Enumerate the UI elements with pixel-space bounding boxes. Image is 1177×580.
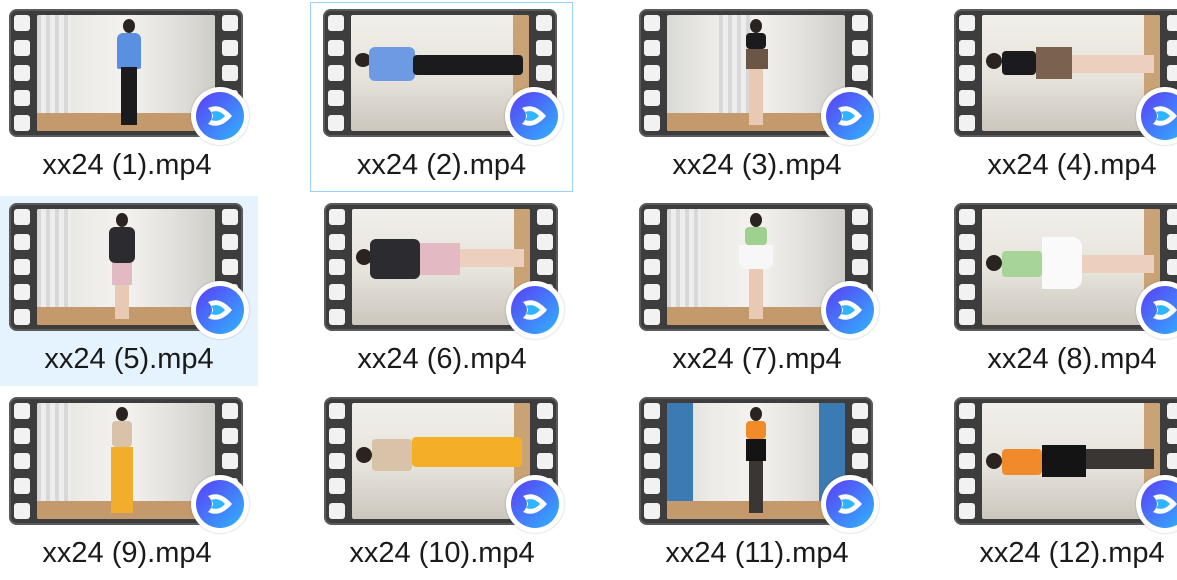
file-name[interactable]: xx24 (6).mp4 — [318, 343, 566, 376]
file-name[interactable]: xx24 (1).mp4 — [3, 149, 251, 182]
file-tile[interactable]: xx24 (3).mp4 — [632, 2, 882, 192]
video-thumbnail — [324, 397, 564, 533]
file-tile[interactable]: xx24 (12).mp4 — [947, 390, 1177, 580]
video-thumbnail — [9, 203, 249, 339]
video-thumbnail — [639, 9, 879, 145]
video-thumbnail — [954, 203, 1177, 339]
video-thumbnail — [639, 203, 879, 339]
video-player-app-icon — [1136, 87, 1177, 145]
video-thumbnail — [9, 9, 249, 145]
video-thumbnail — [323, 9, 563, 145]
video-player-app-icon — [191, 475, 249, 533]
video-thumbnail — [954, 9, 1177, 145]
video-player-app-icon — [1136, 281, 1177, 339]
video-thumbnail — [954, 397, 1177, 533]
file-tile[interactable]: xx24 (6).mp4 — [317, 196, 567, 386]
file-tile[interactable]: xx24 (7).mp4 — [632, 196, 882, 386]
file-name[interactable]: xx24 (7).mp4 — [633, 343, 881, 376]
file-tile[interactable]: xx24 (2).mp4 — [310, 2, 573, 192]
video-player-app-icon — [821, 475, 879, 533]
video-player-app-icon — [505, 87, 563, 145]
file-tile[interactable]: xx24 (10).mp4 — [317, 390, 567, 580]
file-tile[interactable]: xx24 (5).mp4 — [0, 196, 258, 386]
video-player-app-icon — [821, 87, 879, 145]
video-thumbnail — [639, 397, 879, 533]
video-thumbnail — [9, 397, 249, 533]
file-name[interactable]: xx24 (8).mp4 — [948, 343, 1177, 376]
video-player-app-icon — [506, 281, 564, 339]
file-tile[interactable]: xx24 (11).mp4 — [632, 390, 882, 580]
file-name[interactable]: xx24 (11).mp4 — [633, 537, 881, 570]
file-tile[interactable]: xx24 (8).mp4 — [947, 196, 1177, 386]
video-player-app-icon — [191, 281, 249, 339]
file-tile[interactable]: xx24 (9).mp4 — [2, 390, 252, 580]
file-tile[interactable]: xx24 (1).mp4 — [2, 2, 252, 192]
file-name[interactable]: xx24 (4).mp4 — [948, 149, 1177, 182]
file-name[interactable]: xx24 (3).mp4 — [633, 149, 881, 182]
file-tile[interactable]: xx24 (4).mp4 — [947, 2, 1177, 192]
file-name[interactable]: xx24 (12).mp4 — [948, 537, 1177, 570]
video-player-app-icon — [191, 87, 249, 145]
file-name[interactable]: xx24 (2).mp4 — [311, 149, 572, 182]
video-thumbnail — [324, 203, 564, 339]
video-player-app-icon — [1136, 475, 1177, 533]
video-player-app-icon — [506, 475, 564, 533]
video-player-app-icon — [821, 281, 879, 339]
file-name[interactable]: xx24 (10).mp4 — [318, 537, 566, 570]
file-name[interactable]: xx24 (9).mp4 — [3, 537, 251, 570]
file-name[interactable]: xx24 (5).mp4 — [1, 343, 257, 376]
